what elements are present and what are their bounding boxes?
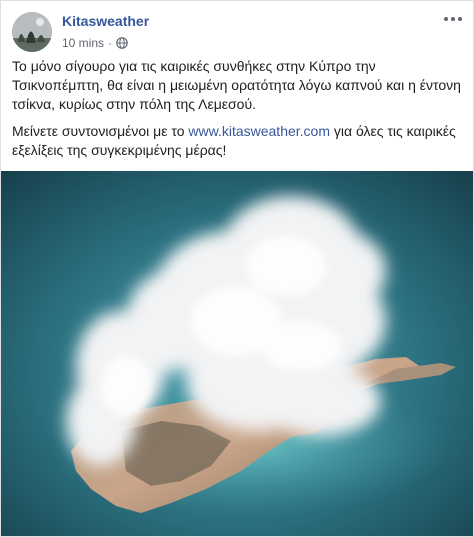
satellite-image: [1, 171, 473, 536]
globe-icon[interactable]: [116, 37, 128, 49]
post-timestamp[interactable]: 10 mins: [62, 36, 104, 50]
post-photo[interactable]: [1, 171, 473, 536]
more-options-icon[interactable]: [443, 12, 463, 26]
paragraph-2-text-before: Μείνετε συντονισμένοι με το: [12, 123, 189, 139]
website-link[interactable]: www.kitasweather.com: [188, 123, 330, 139]
post-text: Το μόνο σίγουρο για τις καιρικές συνθήκε…: [1, 57, 473, 160]
page-avatar[interactable]: [12, 12, 52, 52]
post-meta: 10 mins ·: [62, 36, 128, 50]
post-header: Kitasweather 10 mins ·: [1, 1, 473, 57]
post-paragraph-1: Το μόνο σίγουρο για τις καιρικές συνθήκε…: [12, 58, 461, 112]
post-paragraph-2: Μείνετε συντονισμένοι με το www.kitaswea…: [12, 122, 461, 160]
page-name-link[interactable]: Kitasweather: [62, 13, 149, 29]
facebook-post: Kitasweather 10 mins · Το μόνο σίγουρο γ…: [0, 0, 474, 537]
